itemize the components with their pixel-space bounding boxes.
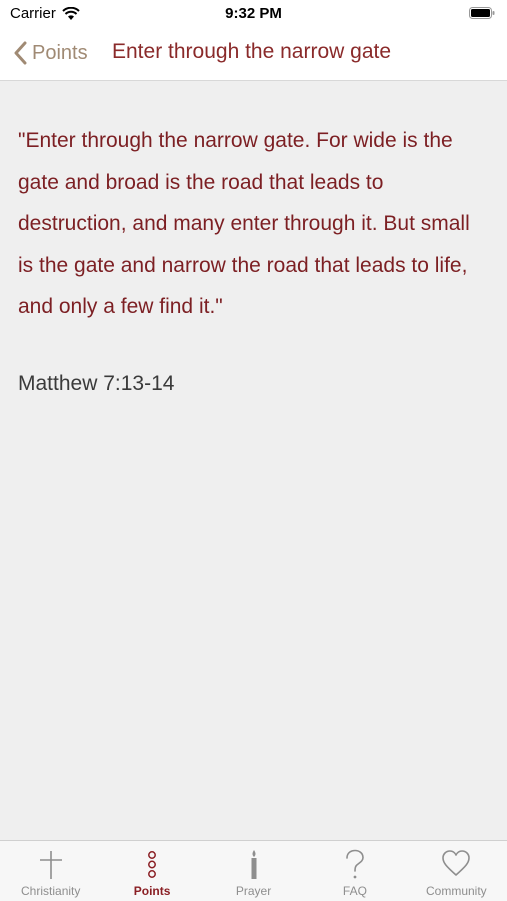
- page-title: Enter through the narrow gate: [112, 40, 392, 63]
- tab-points[interactable]: Points: [101, 841, 202, 901]
- back-button[interactable]: Points: [14, 38, 88, 68]
- status-bar: Carrier 9:32 PM: [0, 0, 507, 28]
- back-button-label: Points: [32, 41, 88, 64]
- points-icon: [148, 851, 157, 878]
- question-icon: [346, 849, 364, 879]
- battery-icon: [469, 7, 495, 19]
- tab-label: Prayer: [235, 884, 272, 898]
- tab-prayer[interactable]: Prayer: [203, 841, 304, 901]
- tab-community[interactable]: Community: [406, 841, 507, 901]
- tab-bar: Christianity Points Prayer FAQ Community: [0, 840, 507, 901]
- chevron-left-icon: [14, 41, 27, 65]
- navigation-bar: Points Enter through the narrow gate: [0, 28, 507, 81]
- tab-christianity[interactable]: Christianity: [0, 841, 101, 901]
- candle-icon: [251, 850, 257, 879]
- heart-icon: [442, 850, 471, 876]
- content-area: "Enter through the narrow gate. For wide…: [18, 120, 478, 396]
- tab-label: FAQ: [342, 884, 367, 898]
- status-time: 9:32 PM: [225, 5, 282, 22]
- tab-label: Points: [133, 884, 171, 898]
- tab-label: Community: [425, 884, 487, 898]
- tab-faq[interactable]: FAQ: [304, 841, 405, 901]
- tab-label: Christianity: [21, 884, 81, 898]
- scripture-reference: Matthew 7:13-14: [18, 371, 175, 395]
- scripture-quote: "Enter through the narrow gate. For wide…: [18, 129, 470, 318]
- cross-icon: [39, 851, 62, 879]
